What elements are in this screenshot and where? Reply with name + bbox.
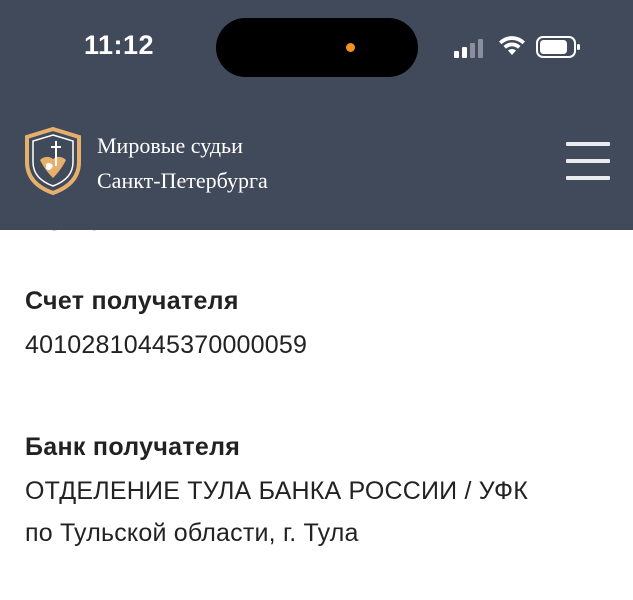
recipient-account-label: Счет получателя: [25, 287, 239, 315]
site-title-line-1: Мировые судьи: [97, 133, 243, 158]
recipient-account-value: 40102810445370000059: [25, 331, 308, 359]
recipient-bank-label: Банк получателя: [25, 433, 241, 461]
recipient-bank-line-1: ОТДЕЛЕНИЕ ТУЛА БАНКА РОССИИ / УФК: [25, 477, 529, 505]
menu-bar-middle: [566, 159, 610, 163]
recipient-bank-line-2: по Тульской области, г. Тула: [25, 519, 359, 547]
privacy-indicator-dot: [346, 43, 355, 52]
wifi-icon: [499, 36, 525, 55]
status-bar: 11:12: [0, 0, 633, 95]
signal-icon: [454, 39, 483, 58]
shield-emblem-icon[interactable]: [22, 126, 84, 196]
menu-bar-top: [566, 142, 610, 146]
dynamic-island: [216, 18, 418, 77]
site-title[interactable]: Мировые судьи Санкт-Петербурга: [97, 128, 268, 198]
hamburger-menu-icon[interactable]: [566, 140, 610, 182]
site-header: 11:12 Мировые судьи Санкт-Петербурга: [0, 0, 633, 230]
site-navbar: Мировые судьи Санкт-Петербурга: [0, 110, 633, 230]
menu-bar-bottom: [566, 176, 610, 180]
status-time: 11:12: [84, 30, 155, 60]
site-title-line-2: Санкт-Петербурга: [97, 168, 268, 193]
recipient-bank-value: ОТДЕЛЕНИЕ ТУЛА БАНКА РОССИИ / УФК по Тул…: [25, 470, 528, 554]
battery-icon: [536, 36, 580, 58]
